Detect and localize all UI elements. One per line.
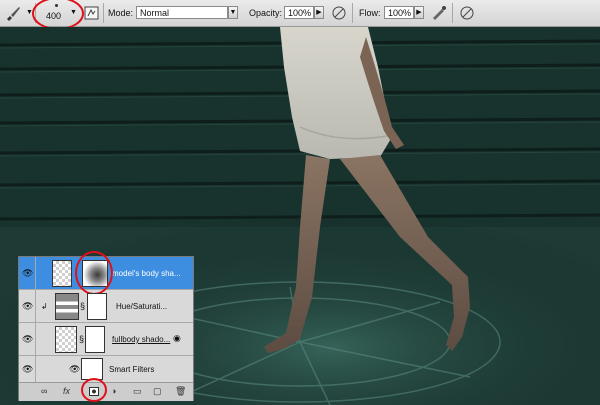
fx-icon[interactable]: fx <box>63 386 70 396</box>
layer-name[interactable]: model's body sha... <box>112 269 181 278</box>
link-layers-icon[interactable]: ∞ <box>41 386 47 396</box>
layers-panel: 👁 model's body sha... 👁 ↲ § Hue/Saturati… <box>18 251 194 402</box>
opacity-input[interactable]: 100% <box>284 6 314 19</box>
eye-icon: 👁 <box>22 364 34 374</box>
brush-panel-toggle-icon[interactable] <box>84 5 100 23</box>
layer-row-smart-object[interactable]: 👁 § fullbody shado... ◉ <box>19 323 193 356</box>
eye-icon: 👁 <box>22 334 34 344</box>
adjustment-layer-icon[interactable]: ◑ <box>111 386 116 396</box>
separator <box>352 3 353 23</box>
add-mask-highlight-ring <box>81 378 107 402</box>
visibility-toggle[interactable]: 👁 <box>19 257 36 289</box>
separator <box>103 3 104 23</box>
adjustment-thumbnail[interactable] <box>55 293 79 320</box>
link-icon: § <box>80 301 86 311</box>
visibility-toggle[interactable]: 👁 <box>19 356 36 382</box>
link-icon: § <box>79 334 85 344</box>
flow-slider-arrow[interactable]: ▶ <box>414 6 424 19</box>
smart-filters-row[interactable]: 👁 👁 Smart Filters <box>19 356 193 382</box>
layer-thumbnail[interactable] <box>52 260 72 287</box>
smart-filter-thumbnail[interactable] <box>81 358 103 380</box>
smart-object-icon: ◉ <box>173 333 181 343</box>
opacity-label: Opacity: <box>249 8 283 18</box>
brush-tool-icon[interactable] <box>4 4 22 24</box>
brush-picker-arrow[interactable]: ▼ <box>70 9 77 16</box>
mode-dropdown-arrow[interactable]: ▼ <box>228 6 238 19</box>
layer-row-adjustment[interactable]: 👁 ↲ § Hue/Saturati... <box>19 290 193 323</box>
options-bar: ▼ 400 ▼ Mode: Normal ▼ Opacity: 100% ▶ F… <box>0 0 600 30</box>
adjustment-mask-thumbnail[interactable] <box>87 293 107 320</box>
flow-label: Flow: <box>359 8 381 18</box>
visibility-toggle[interactable]: 👁 <box>19 323 36 355</box>
smart-filter-mask-thumbnail[interactable] <box>85 326 105 353</box>
trash-icon[interactable]: 🗑 <box>175 386 186 397</box>
flow-input[interactable]: 100% <box>384 6 414 19</box>
tablet-pressure-size-icon[interactable] <box>458 4 476 24</box>
layer-name[interactable]: Smart Filters <box>109 365 154 374</box>
mode-label: Mode: <box>108 8 134 18</box>
layer-name[interactable]: Hue/Saturati... <box>116 302 167 311</box>
group-icon[interactable]: ▭ <box>133 386 142 397</box>
clip-arrow-icon: ↲ <box>41 302 48 311</box>
eye-icon[interactable]: 👁 <box>69 364 80 375</box>
eye-icon: 👁 <box>22 301 34 311</box>
opacity-slider-arrow[interactable]: ▶ <box>314 6 324 19</box>
tablet-pressure-opacity-icon[interactable] <box>330 4 348 24</box>
eye-icon: 👁 <box>22 268 34 278</box>
new-layer-icon[interactable]: ▢ <box>153 386 162 397</box>
airbrush-icon[interactable] <box>430 4 448 24</box>
visibility-toggle[interactable]: 👁 <box>19 290 36 322</box>
mask-highlight-ring <box>75 251 113 295</box>
layer-thumbnail[interactable] <box>55 326 77 353</box>
layer-name[interactable]: fullbody shado... <box>112 335 170 344</box>
separator <box>452 3 453 23</box>
mode-select[interactable]: Normal <box>136 6 228 19</box>
